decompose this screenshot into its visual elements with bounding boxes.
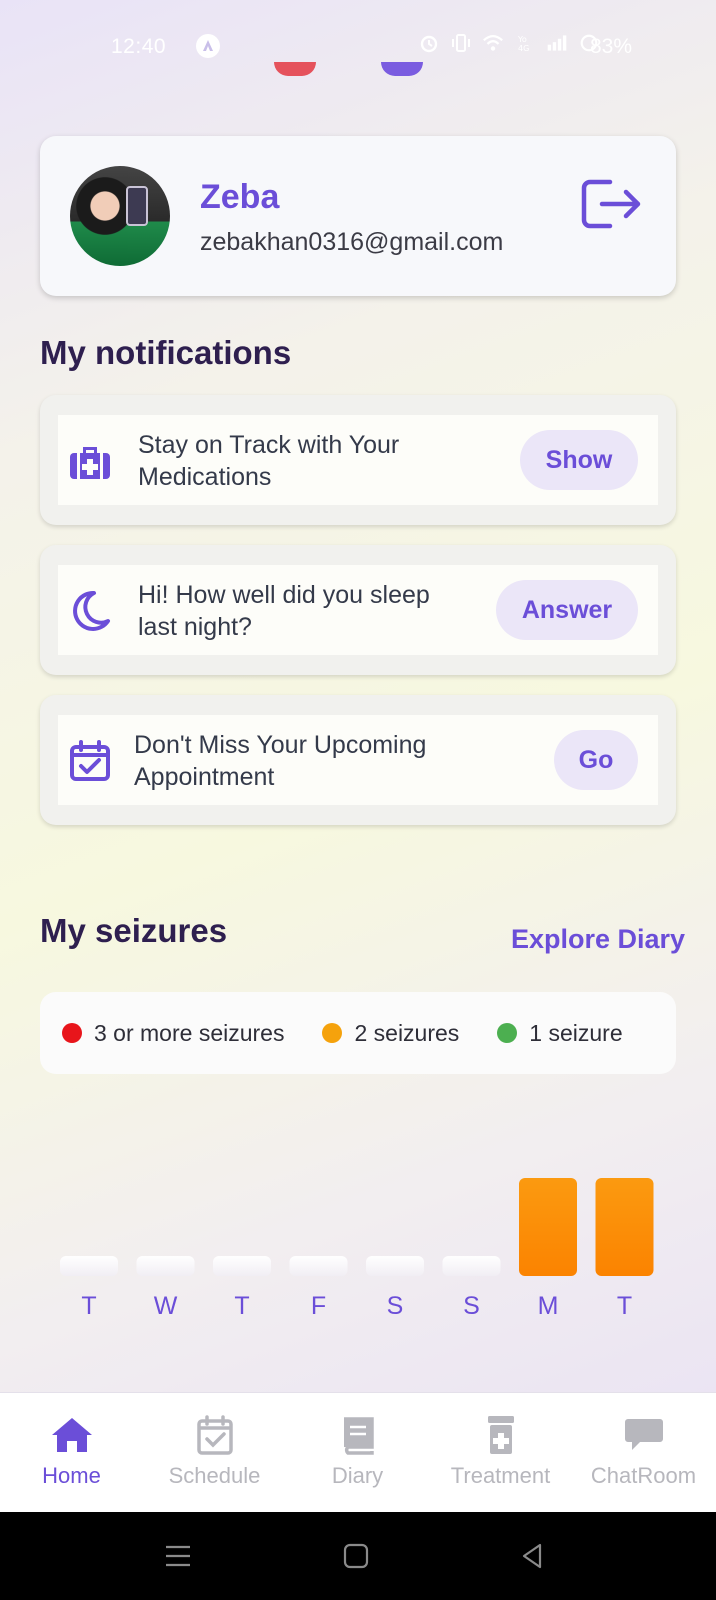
legend-label: 3 or more seizures bbox=[94, 1019, 285, 1046]
day-label-0: T bbox=[81, 1292, 96, 1320]
notification-body: Don't Miss Your Upcoming Appointment Go bbox=[58, 715, 658, 805]
notification-card-medications: Stay on Track with Your Medications Show bbox=[40, 395, 676, 525]
day-label-4: S bbox=[387, 1292, 404, 1320]
notification-text: Don't Miss Your Upcoming Appointment bbox=[134, 731, 427, 791]
app-notification-icon bbox=[196, 34, 220, 58]
profile-email: zebakhan0316@gmail.com bbox=[200, 228, 504, 256]
medical-kit-icon bbox=[70, 447, 110, 479]
nav-home[interactable]: Home bbox=[0, 1393, 143, 1513]
seizure-chart: TWTFSSMT bbox=[60, 1178, 654, 1320]
nav-diary[interactable]: Diary bbox=[286, 1393, 429, 1513]
day-label-6: M bbox=[538, 1292, 559, 1320]
day-label-5: S bbox=[463, 1292, 480, 1320]
nav-label: Schedule bbox=[168, 1463, 261, 1488]
seizure-bar-6[interactable] bbox=[519, 1178, 577, 1276]
avatar[interactable] bbox=[70, 166, 170, 266]
nav-schedule[interactable]: Schedule bbox=[143, 1393, 286, 1513]
answer-button[interactable]: Answer bbox=[496, 580, 638, 640]
book-icon bbox=[343, 1417, 374, 1455]
nav-label: Treatment bbox=[450, 1463, 551, 1488]
back-triangle-icon[interactable] bbox=[516, 1540, 548, 1572]
seizure-bar-3[interactable] bbox=[289, 1256, 348, 1276]
legend-item: 1 seizure bbox=[497, 1019, 623, 1047]
status-bar: 12:40 Yo 4G 83% bbox=[0, 0, 716, 90]
legend-dot-red bbox=[62, 1023, 82, 1043]
moon-icon bbox=[73, 590, 110, 631]
seizure-legend: 3 or more seizures 2 seizures 1 seizure bbox=[40, 992, 676, 1074]
day-label-7: T bbox=[617, 1292, 632, 1320]
profile-name: Zeba bbox=[200, 178, 280, 216]
profile-card: Zeba zebakhan0316@gmail.com bbox=[40, 136, 676, 296]
notification-text: Hi! How well did you sleep last night? bbox=[138, 581, 430, 641]
pill-bottle-icon bbox=[487, 1416, 514, 1454]
chat-bubble-icon bbox=[624, 1419, 663, 1450]
seizure-bar-4[interactable] bbox=[366, 1256, 424, 1276]
alarm-icon bbox=[420, 35, 438, 53]
seizure-bar-1[interactable] bbox=[136, 1256, 195, 1276]
show-button[interactable]: Show bbox=[520, 430, 638, 490]
home-icon bbox=[51, 1418, 92, 1452]
day-label-3: F bbox=[311, 1292, 326, 1320]
legend-label: 2 seizures bbox=[354, 1019, 460, 1046]
calendar-check-icon bbox=[196, 1415, 233, 1455]
home-square-icon[interactable] bbox=[340, 1540, 372, 1572]
recents-menu-icon[interactable] bbox=[162, 1540, 194, 1572]
avatar-phone-graphic bbox=[126, 186, 148, 226]
notification-text: Stay on Track with Your Medications bbox=[138, 431, 400, 491]
seizure-bar-5[interactable] bbox=[442, 1256, 501, 1276]
day-label-2: T bbox=[234, 1292, 249, 1320]
legend-item: 2 seizures bbox=[322, 1020, 459, 1047]
vibrate-icon bbox=[452, 34, 470, 52]
legend-label: 1 seizure bbox=[529, 1019, 623, 1046]
notification-body: Hi! How well did you sleep last night? A… bbox=[58, 565, 658, 655]
volte-icon: Yo4G bbox=[517, 35, 529, 53]
go-button[interactable]: Go bbox=[554, 730, 638, 790]
seizure-bar-2[interactable] bbox=[213, 1256, 271, 1276]
notifications-title: My notifications bbox=[40, 334, 292, 371]
bottom-navigation: Home Schedule Diary Treatment ChatRoom bbox=[0, 1392, 716, 1512]
wifi-icon bbox=[483, 35, 503, 51]
calendar-check-icon bbox=[70, 740, 110, 781]
status-icons: Yo 4G bbox=[418, 33, 600, 53]
logout-icon[interactable] bbox=[580, 176, 644, 232]
legend-dot-orange bbox=[322, 1023, 343, 1043]
svg-text:4G: 4G bbox=[518, 44, 529, 53]
explore-diary-link[interactable]: Explore Diary bbox=[511, 924, 685, 955]
legend-item: 3 or more seizures bbox=[62, 1020, 284, 1047]
nav-chatroom[interactable]: ChatRoom bbox=[572, 1393, 715, 1513]
svg-text:Yo: Yo bbox=[517, 35, 527, 44]
battery-percent: 83% bbox=[590, 35, 633, 58]
nav-label: ChatRoom bbox=[590, 1463, 697, 1488]
nav-treatment[interactable]: Treatment bbox=[429, 1393, 572, 1513]
nav-label: Home bbox=[42, 1463, 101, 1488]
system-navigation-bar bbox=[0, 1512, 716, 1600]
notification-card-appointment: Don't Miss Your Upcoming Appointment Go bbox=[40, 695, 676, 825]
day-label-1: W bbox=[154, 1292, 178, 1320]
nav-label: Diary bbox=[331, 1463, 384, 1488]
notification-body: Stay on Track with Your Medications Show bbox=[58, 415, 658, 505]
seizure-bar-0[interactable] bbox=[60, 1256, 118, 1276]
status-time: 12:40 bbox=[111, 35, 167, 58]
notification-card-sleep: Hi! How well did you sleep last night? A… bbox=[40, 545, 676, 675]
seizure-bar-7[interactable] bbox=[595, 1178, 654, 1276]
signal-icon bbox=[547, 35, 567, 51]
legend-dot-green bbox=[497, 1023, 518, 1043]
seizures-title: My seizures bbox=[40, 912, 228, 949]
